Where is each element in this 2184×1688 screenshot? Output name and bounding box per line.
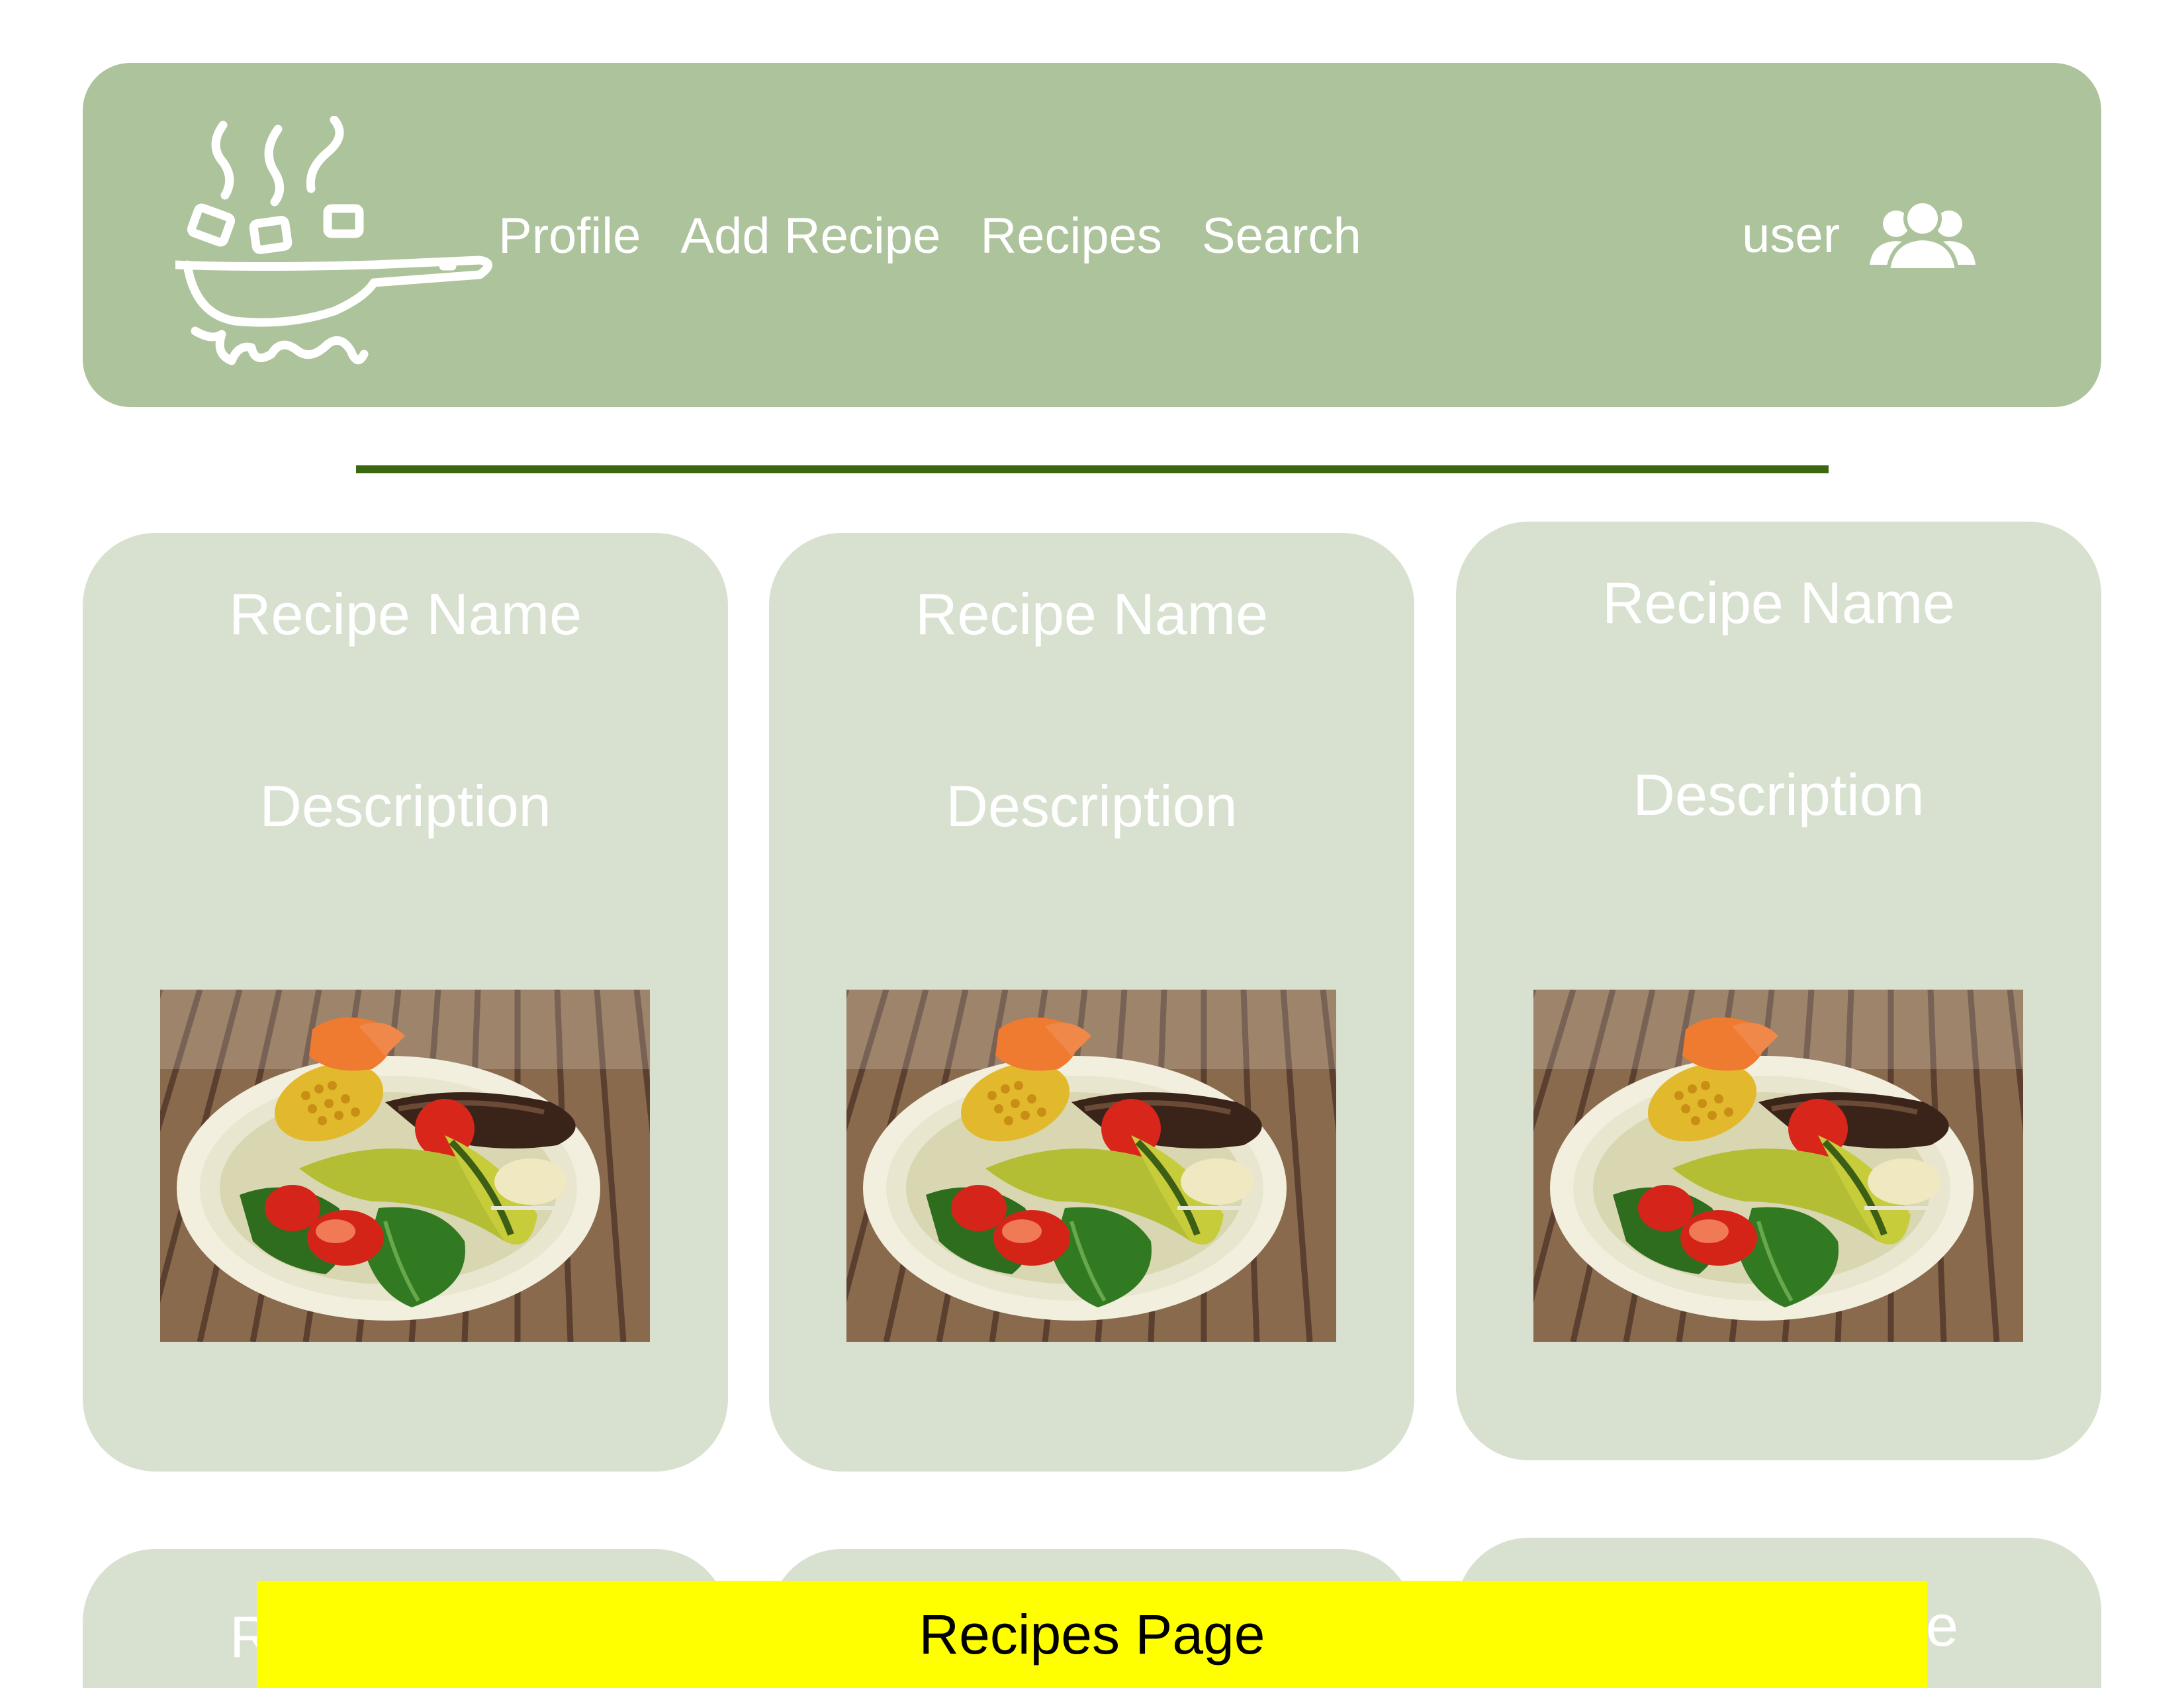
recipe-name: Recipe Name [1602, 570, 1956, 635]
nav-search[interactable]: Search [1202, 207, 1361, 265]
recipe-photo [160, 990, 650, 1342]
main-nav: Profile Add Recipe Recipes Search [498, 207, 1401, 265]
page-label: Recipes Page [919, 1603, 1265, 1665]
user-label[interactable]: user [1742, 207, 1840, 264]
recipe-name: Recipe Name [228, 581, 582, 647]
recipe-name: Recipe Name [915, 581, 1269, 647]
recipe-photo [846, 990, 1336, 1342]
nav-recipes[interactable]: Recipes [980, 207, 1162, 265]
recipe-description: Description [1633, 762, 1925, 827]
page-label-banner: Recipes Page [257, 1581, 1927, 1688]
recipe-name-fragment: e [1926, 1593, 1958, 1658]
nav-profile[interactable]: Profile [498, 207, 641, 265]
recipe-card[interactable]: Recipe Name Description [1456, 522, 2101, 1460]
users-group-icon[interactable] [1870, 199, 1976, 271]
recipe-description: Description [259, 773, 551, 839]
recipe-card[interactable]: Recipe Name Description [83, 533, 728, 1472]
recipe-photo [1533, 990, 2023, 1342]
user-menu[interactable]: user [1742, 199, 1976, 271]
header-divider [356, 465, 1829, 473]
recipe-card[interactable]: Recipe Name Description [769, 533, 1414, 1472]
nav-add-recipe[interactable]: Add Recipe [680, 207, 940, 265]
recipes-page: Profile Add Recipe Recipes Search user R… [0, 0, 2184, 1688]
top-header: Profile Add Recipe Recipes Search user [83, 63, 2101, 407]
recipe-description: Description [946, 773, 1238, 839]
